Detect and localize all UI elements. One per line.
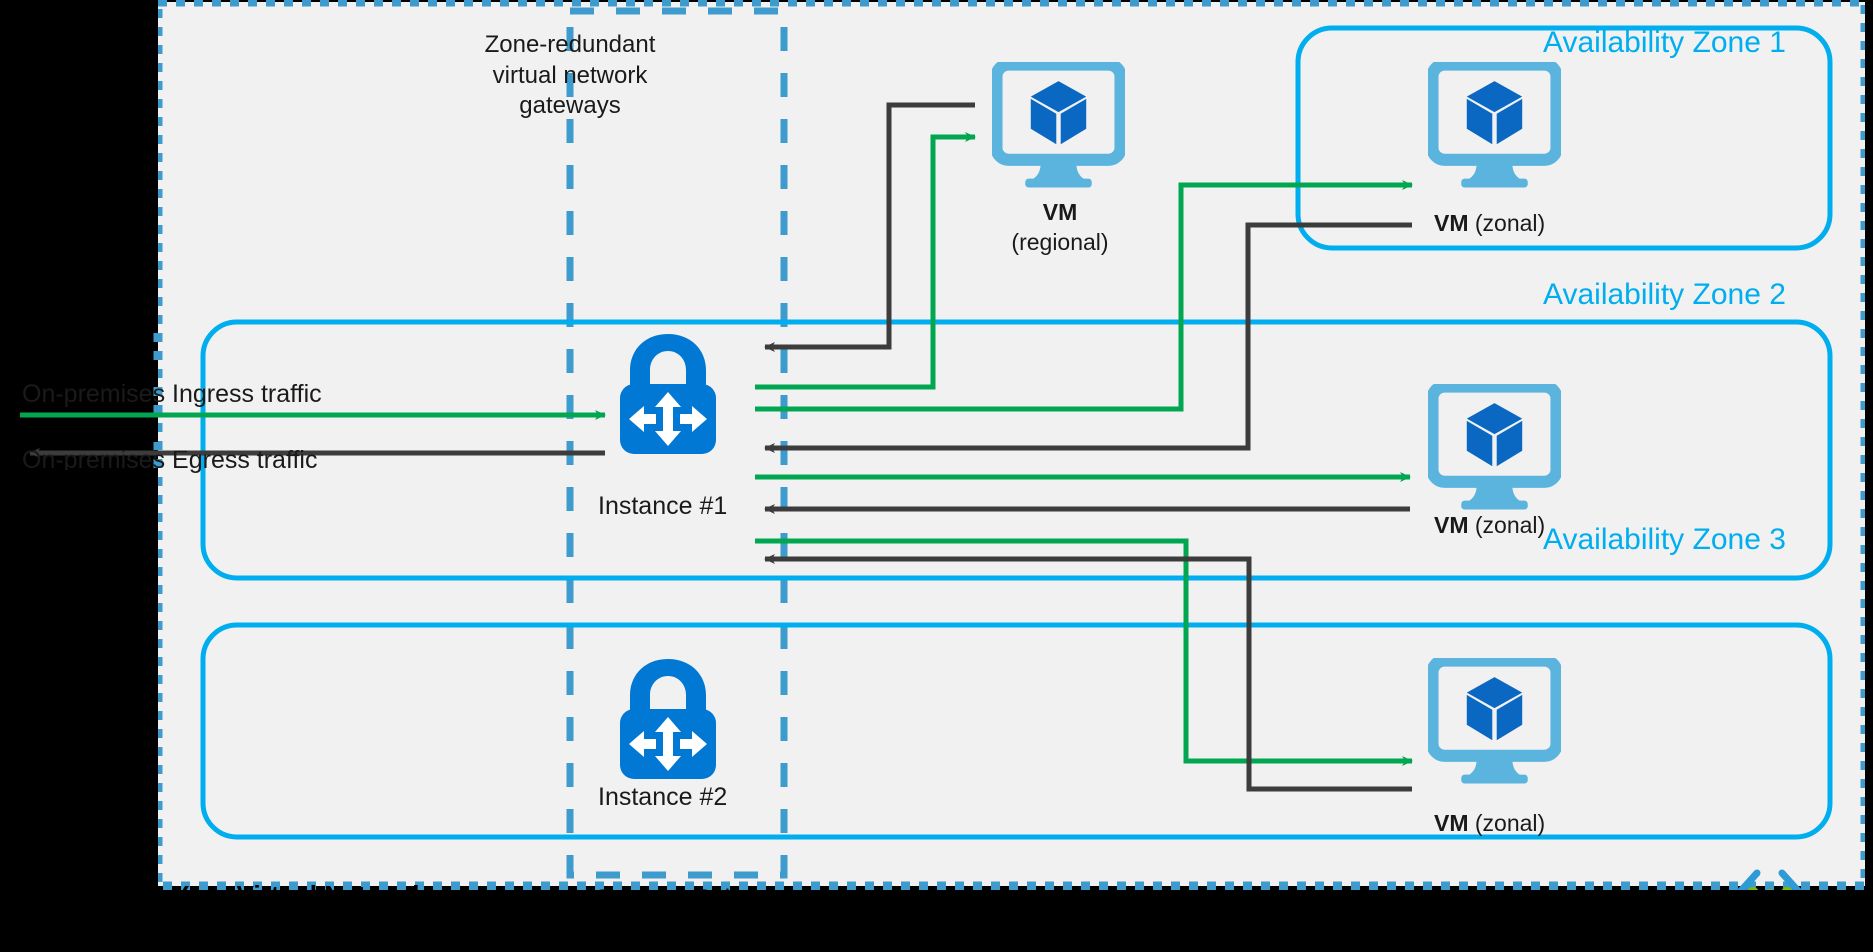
architecture-diagram — [0, 0, 1873, 952]
left-mask-gap-b — [0, 420, 158, 442]
left-mask-gap-a — [0, 366, 158, 378]
left-mask-top — [0, 0, 158, 330]
left-mask-gap-c — [0, 470, 158, 550]
bottom-mask — [0, 890, 1873, 952]
diagram-canvas: Zone-redundant virtual network gateways … — [0, 0, 1873, 952]
vnet-background — [158, 2, 1865, 886]
right-mask — [1865, 0, 1873, 952]
